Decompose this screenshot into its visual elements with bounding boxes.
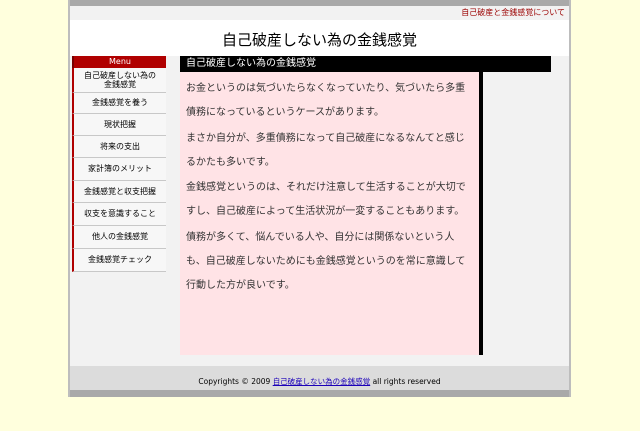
- menu-item-label: 金銭感覚を養う: [92, 98, 148, 108]
- menu-item-9[interactable]: 金銭感覚チェック: [72, 249, 166, 272]
- menu-title: Menu: [72, 56, 166, 68]
- menu-item-label: 自己破産しない為の 金銭感覚: [84, 70, 156, 89]
- side-menu: Menu 自己破産しない為の 金銭感覚 金銭感覚を養う 現状把握 将来の支出 家…: [72, 56, 166, 272]
- bottom-bar: [70, 390, 569, 397]
- paragraph: 金銭感覚というのは、それだけ注意して生活することが大切ですし、自己破産によって生…: [186, 182, 466, 218]
- menu-item-8[interactable]: 他人の金銭感覚: [72, 226, 166, 249]
- menu-item-label: 金銭感覚チェック: [88, 255, 152, 265]
- site-title: 自己破産しない為の金銭感覚: [221, 31, 417, 49]
- footer-copyright: Copyrights © 2009: [198, 377, 273, 386]
- footer-link[interactable]: 自己破産しない為の金銭感覚: [273, 377, 371, 386]
- menu-item-label: 収支を意識すること: [84, 209, 156, 219]
- paragraph: まさか自分が、多重債務になって自己破産になるなんてと感じるかたも多いです。: [186, 132, 465, 168]
- footer-suffix: all rights reserved: [370, 377, 441, 386]
- menu-item-label: 将来の支出: [100, 141, 140, 151]
- menu-item-label: 家計簿のメリット: [88, 164, 152, 174]
- page-container: 自己破産と金銭感覚について 自己破産しない為の金銭感覚 Menu 自己破産しない…: [68, 0, 571, 397]
- menu-item-label: 金銭感覚と収支把握: [84, 186, 156, 196]
- menu-item-2[interactable]: 金銭感覚を養う: [72, 93, 166, 114]
- content-divider: [479, 72, 483, 355]
- content-body: お金というのは気づいたらなくなっていたり、気づいたら多重債務になっているというケ…: [180, 72, 479, 355]
- menu-item-1[interactable]: 自己破産しない為の 金銭感覚: [72, 68, 166, 93]
- header-link[interactable]: 自己破産と金銭感覚について: [461, 7, 565, 18]
- paragraph: 債務が多くて、悩んでいる人や、自分には関係ないという人も、自己破産しないためにも…: [186, 231, 466, 292]
- menu-item-7[interactable]: 収支を意識すること: [72, 203, 166, 226]
- top-bar: [70, 0, 569, 6]
- content-title: 自己破産しない為の金銭感覚: [180, 56, 551, 72]
- footer: Copyrights © 2009 自己破産しない為の金銭感覚 all righ…: [70, 366, 569, 390]
- menu-item-label: 現状把握: [104, 119, 136, 129]
- menu-item-label: 他人の金銭感覚: [92, 232, 148, 242]
- menu-item-4[interactable]: 将来の支出: [72, 136, 166, 158]
- menu-item-5[interactable]: 家計簿のメリット: [72, 158, 166, 181]
- paragraph: お金というのは気づいたらなくなっていたり、気づいたら多重債務になっているというケ…: [186, 83, 466, 119]
- menu-item-6[interactable]: 金銭感覚と収支把握: [72, 181, 166, 203]
- menu-item-3[interactable]: 現状把握: [72, 114, 166, 136]
